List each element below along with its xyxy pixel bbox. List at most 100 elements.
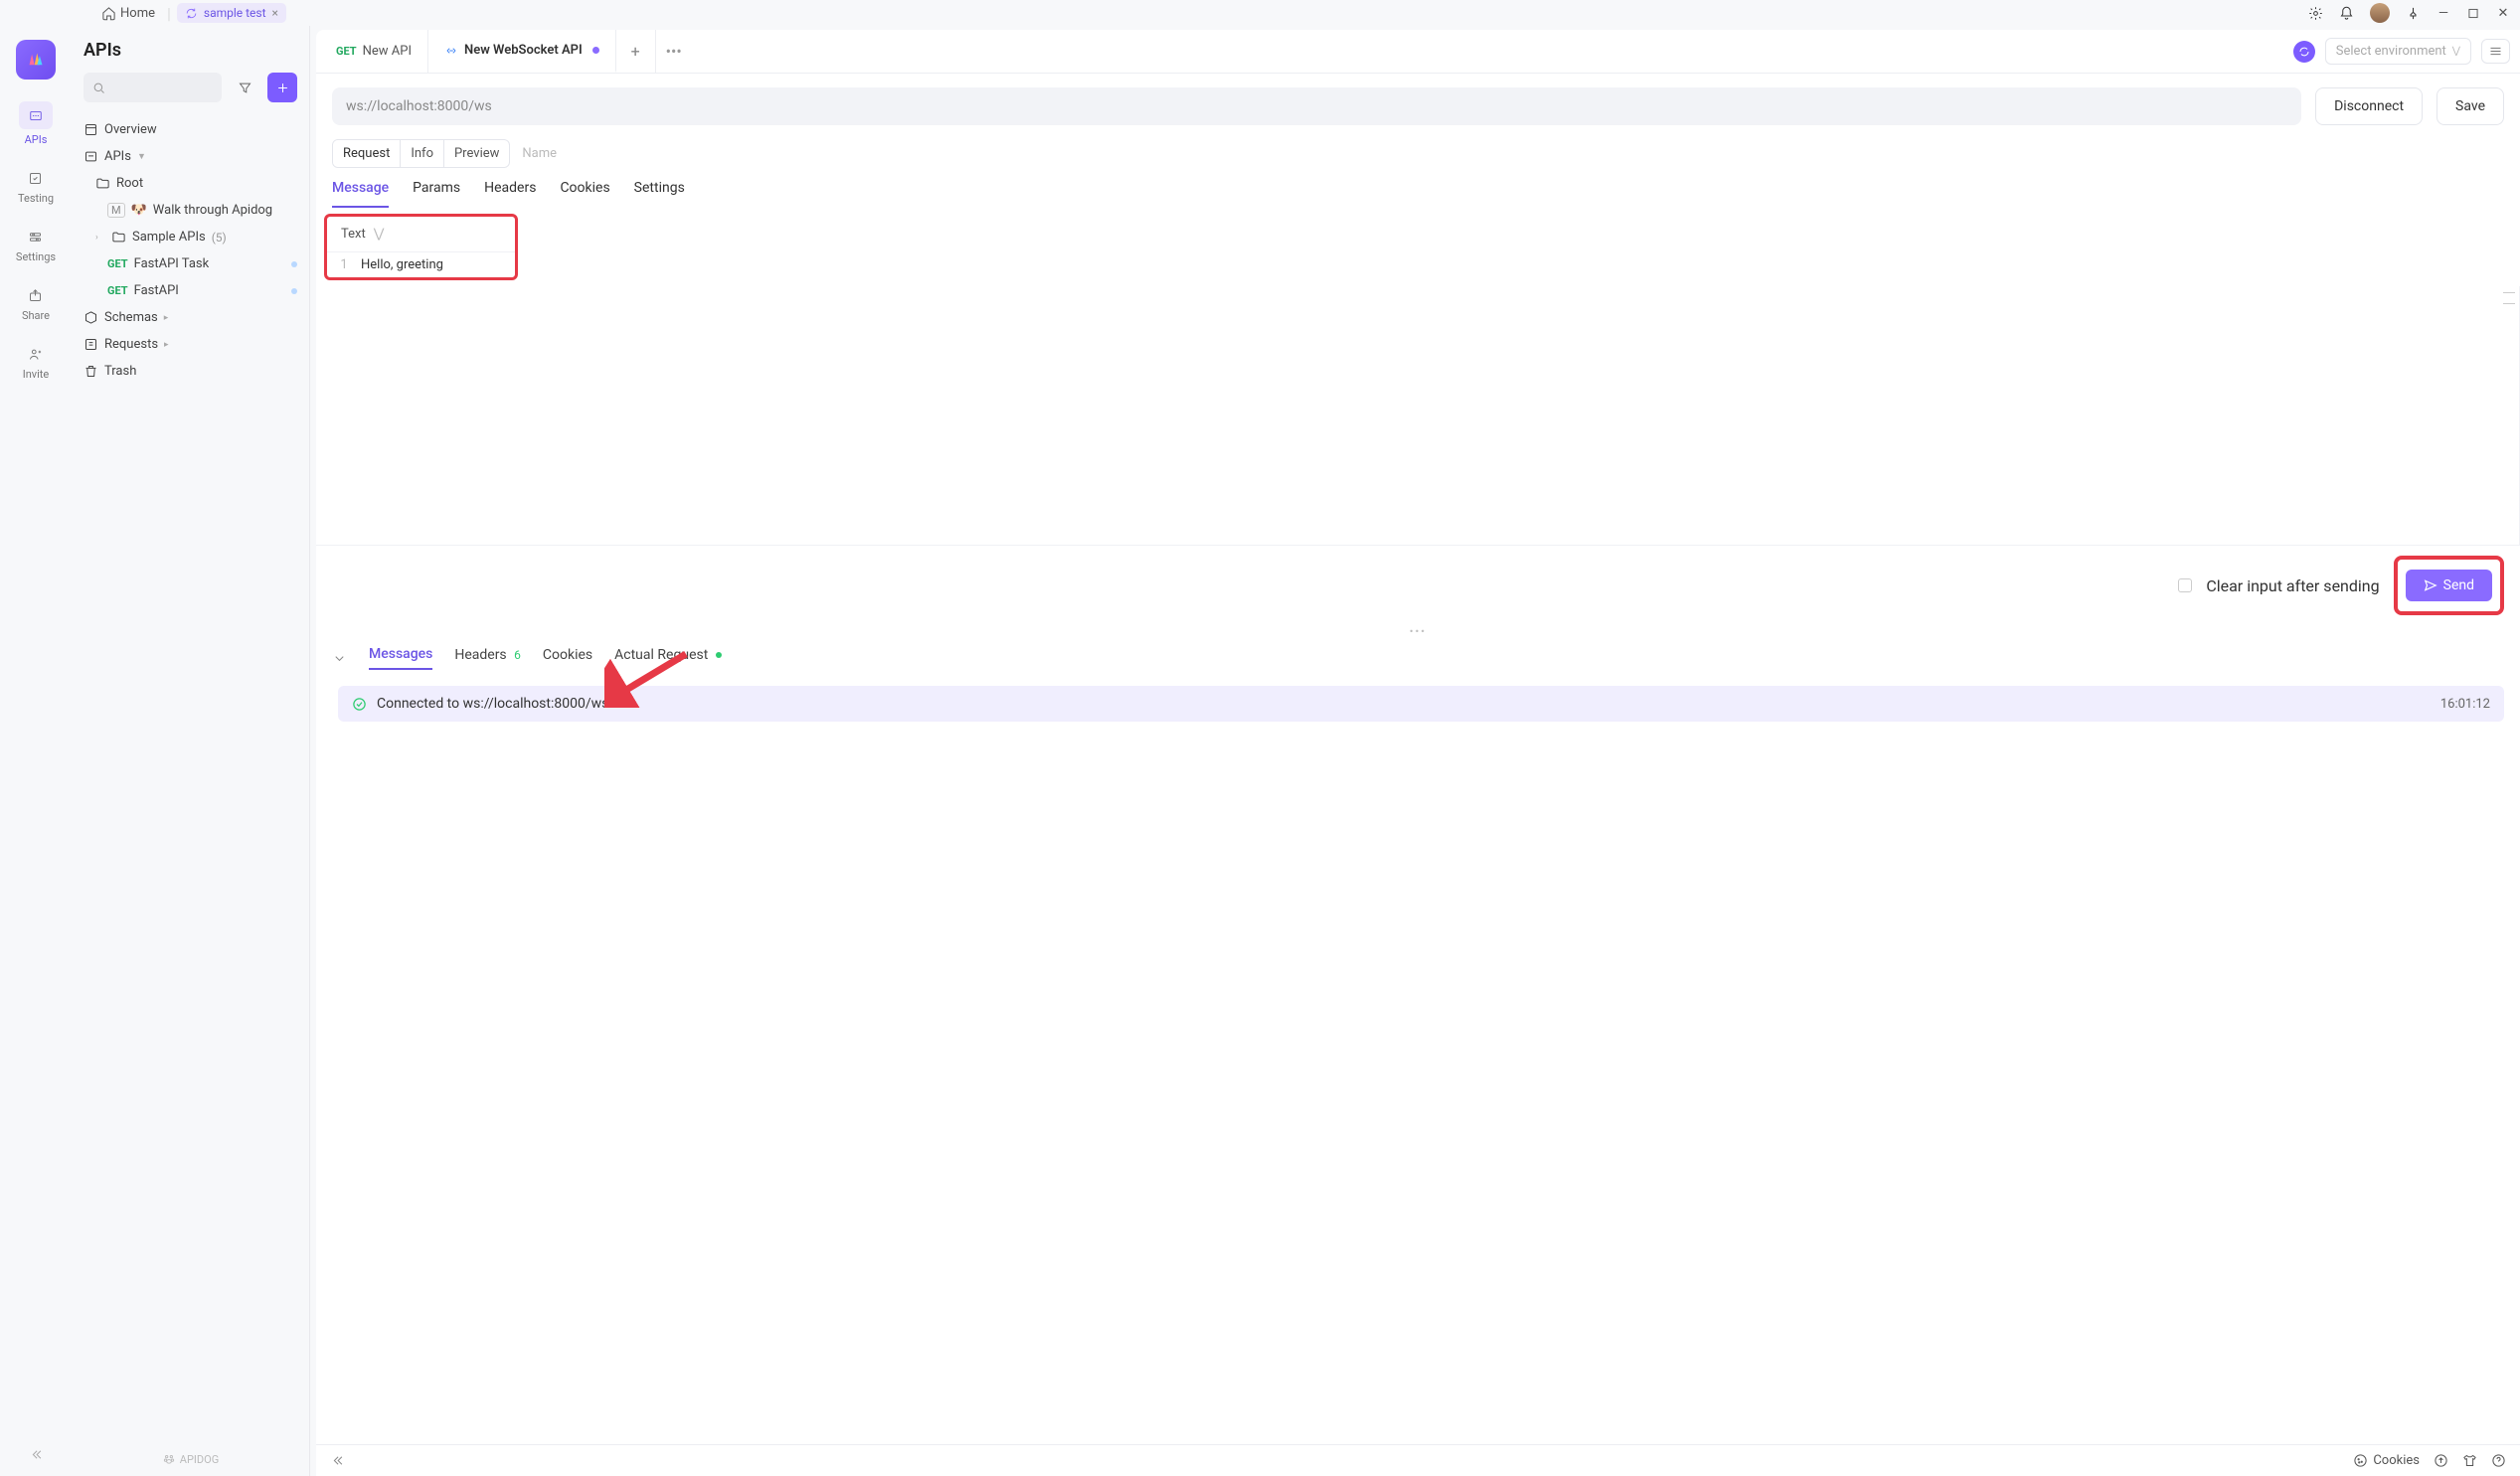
shirt-icon[interactable] [2462, 1453, 2477, 1468]
resp-tab-headers[interactable]: Headers 6 [454, 647, 521, 669]
tree-label: Sample APIs [132, 230, 206, 245]
method-badge: GET [107, 257, 128, 270]
tab-message[interactable]: Message [332, 180, 389, 208]
url-input[interactable]: ws://localhost:8000/ws [332, 87, 2301, 125]
rail-label: Settings [16, 250, 56, 263]
menu-button[interactable] [2481, 39, 2510, 64]
tab-add[interactable]: + [616, 30, 656, 73]
status-dot [291, 261, 297, 267]
send-icon [2424, 578, 2437, 592]
rail-share[interactable]: Share [22, 285, 50, 322]
mode-preview[interactable]: Preview [444, 140, 509, 167]
window-minimize[interactable]: — [2436, 6, 2450, 21]
tab-new-api[interactable]: GET New API [320, 30, 428, 73]
method-badge: GET [336, 45, 357, 58]
send-label: Send [2443, 577, 2474, 593]
type-label: Text [341, 227, 366, 242]
response-tabs: Messages Headers 6 Cookies Actual Reques… [316, 638, 2520, 678]
url-value: ws://localhost:8000/ws [346, 98, 492, 114]
tree-label: FastAPI Task [134, 256, 210, 271]
filter-button[interactable] [230, 73, 259, 102]
mode-info[interactable]: Info [401, 140, 444, 167]
environment-selector[interactable]: Select environment ⋁ [2325, 38, 2471, 65]
tab-settings[interactable]: Settings [634, 180, 685, 208]
project-tab-close[interactable]: × [272, 6, 278, 20]
message-tabs: Message Params Headers Cookies Settings [316, 168, 2520, 208]
plus-icon [275, 81, 290, 95]
save-button[interactable]: Save [2436, 87, 2504, 125]
tree-trash[interactable]: Trash [78, 358, 303, 385]
add-button[interactable] [267, 73, 297, 102]
content-type-selector[interactable]: Text ⋁ [327, 217, 515, 251]
window-maximize[interactable] [2466, 6, 2480, 21]
tree-fastapi[interactable]: GET FastAPI [78, 277, 303, 304]
name-placeholder[interactable]: Name [522, 146, 557, 161]
tree-label: Walk through Apidog [153, 203, 272, 218]
tab-cookies[interactable]: Cookies [560, 180, 609, 208]
rail-settings[interactable]: Settings [16, 227, 56, 263]
scroll-indicator [2503, 292, 2515, 304]
connection-message[interactable]: Connected to ws://localhost:8000/ws 16:0… [338, 686, 2504, 722]
gear-icon[interactable] [2308, 6, 2323, 21]
tree-requests[interactable]: Requests ▸ [78, 331, 303, 358]
refresh-env-button[interactable] [2293, 41, 2315, 63]
avatar[interactable] [2370, 3, 2390, 23]
resp-tab-actual[interactable]: Actual Request [614, 647, 722, 669]
project-tab[interactable]: sample test × [177, 3, 286, 23]
mode-request[interactable]: Request [333, 140, 401, 167]
tab-websocket[interactable]: New WebSocket API [428, 30, 616, 73]
check-icon [352, 697, 367, 712]
rail-invite[interactable]: Invite [23, 344, 50, 381]
tree-apis[interactable]: APIs ▼ [78, 143, 303, 170]
tree-label: APIs [104, 149, 131, 164]
tab-headers[interactable]: Headers [484, 180, 536, 208]
send-button[interactable]: Send [2406, 570, 2492, 601]
resp-headers-label: Headers [454, 647, 506, 663]
code-line[interactable]: Hello, greeting [361, 252, 443, 277]
project-tab-label: sample test [204, 6, 266, 20]
tab-params[interactable]: Params [413, 180, 460, 208]
collection-panel: APIs Overview APIs ▼ [72, 26, 310, 1476]
tree-overview[interactable]: Overview [78, 116, 303, 143]
rail-testing[interactable]: Testing [18, 168, 54, 205]
connection-time: 16:01:12 [2440, 697, 2490, 712]
clear-checkbox[interactable] [2178, 578, 2192, 592]
upload-icon[interactable] [2434, 1453, 2448, 1468]
tab-bar: GET New API New WebSocket API + ••• Sele… [316, 30, 2520, 74]
tree-label: FastAPI [134, 283, 179, 298]
clear-label: Clear input after sending [2206, 576, 2379, 595]
resp-tab-messages[interactable]: Messages [369, 646, 432, 670]
tree-label: Trash [104, 364, 136, 379]
tab-label: New API [363, 44, 412, 59]
disconnect-button[interactable]: Disconnect [2315, 87, 2423, 125]
rail-apis[interactable]: APIs [19, 101, 53, 146]
app-logo[interactable] [16, 40, 56, 80]
editor-body[interactable] [316, 286, 2520, 545]
pin-icon[interactable] [2406, 6, 2421, 21]
tree-sample-apis[interactable]: › Sample APIs (5) [78, 224, 303, 250]
tree-schemas[interactable]: Schemas ▸ [78, 304, 303, 331]
line-number: 1 [327, 252, 361, 277]
requests-icon [84, 337, 98, 352]
tree-root[interactable]: Root [78, 170, 303, 197]
status-cookies[interactable]: Cookies [2353, 1453, 2420, 1468]
bell-icon[interactable] [2339, 6, 2354, 21]
status-collapse[interactable] [330, 1453, 345, 1468]
tab-more[interactable]: ••• [656, 42, 692, 61]
chevron-right-icon: › [95, 233, 105, 243]
response-collapse[interactable] [332, 651, 347, 666]
window-close[interactable]: ✕ [2496, 6, 2510, 21]
tree-label: Root [116, 176, 143, 191]
rail-collapse[interactable] [29, 1447, 44, 1462]
resp-tab-cookies[interactable]: Cookies [543, 647, 592, 669]
help-icon[interactable] [2491, 1453, 2506, 1468]
tree-fastapi-task[interactable]: GET FastAPI Task [78, 250, 303, 277]
response-resize-grip[interactable]: ••• [316, 625, 2520, 638]
resp-actual-label: Actual Request [614, 647, 708, 663]
settings-icon [28, 230, 43, 245]
resp-headers-count: 6 [514, 648, 521, 662]
home-link[interactable]: Home [95, 4, 161, 23]
search-input[interactable] [84, 73, 222, 102]
status-dot [291, 288, 297, 294]
tree-walkthrough[interactable]: M 🐶 Walk through Apidog [78, 197, 303, 224]
